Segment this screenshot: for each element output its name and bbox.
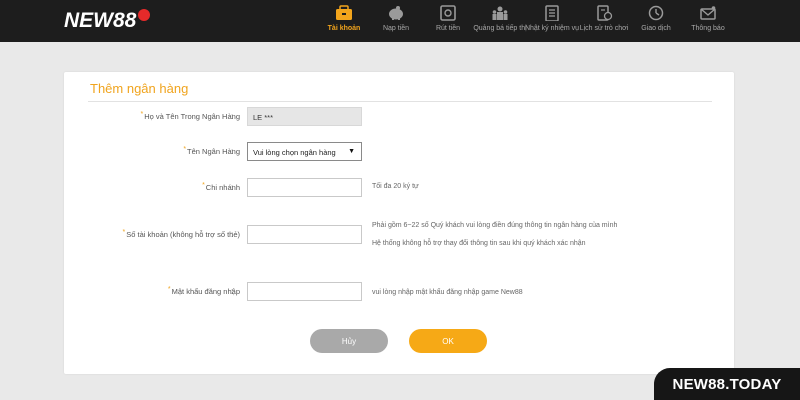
history-doc-icon [594,4,614,22]
page-title: Thêm ngân hàng [90,81,189,96]
people-icon [490,4,510,22]
required-star-icon: * [140,111,144,118]
colon: : [231,230,234,239]
nav-item-label: Lịch sử trò chơi [579,25,629,32]
nav-item-game-history[interactable]: Lịch sử trò chơi [578,0,630,42]
bank-name-label: *Tên Ngân Hàng [52,146,240,156]
nav-item-notifications[interactable]: Thông báo [682,0,734,42]
account-number-label: *Số tài khoản (không hỗ trợ số thẻ) [52,229,240,239]
nav-item-label: Nhật ký nhiệm vụ [524,25,580,32]
password-input[interactable] [247,282,362,301]
nav-item-marketing[interactable]: Quảng bá tiếp thị [473,0,527,42]
brand-logo[interactable]: NEW88 [64,8,151,34]
colon: : [231,287,234,296]
password-label-text: Mật khẩu đăng nhập [171,287,240,296]
account-holder-label-text: Họ và Tên Trong Ngân Hàng [144,112,240,121]
nav-item-label: Giao dịch [641,25,671,32]
piggy-bank-icon [386,4,406,22]
logo-mark-icon [138,9,151,21]
colon: : [231,112,234,121]
clipboard-icon [542,4,562,22]
cancel-button[interactable]: Hủy [310,329,388,353]
nav-item-deposit[interactable]: Nạp tiền [370,0,422,42]
password-label: *Mật khẩu đăng nhập [52,286,240,296]
clock-icon [646,4,666,22]
nav-item-withdraw[interactable]: Rút tiền [422,0,474,42]
colon: : [231,147,234,156]
required-star-icon: * [167,286,171,293]
nav-item-label: Quảng bá tiếp thị [473,25,527,32]
account-number-hint-1: Phải gồm 6~22 số Quý khách vui lòng điền… [372,222,618,229]
required-star-icon: * [122,229,126,236]
password-hint: vui lòng nhập mật khẩu đăng nhập game Ne… [372,289,523,296]
watermark-text: NEW88.TODAY [672,375,782,393]
bank-select-value: Vui lòng chọn ngân hàng [253,148,336,157]
nav-item-mission-log[interactable]: Nhật ký nhiệm vụ [524,0,580,42]
account-holder-field: LE *** [247,107,362,126]
dropdown-caret-icon: ▼ [348,148,355,155]
ok-button[interactable]: OK [409,329,487,353]
nav-item-account[interactable]: Tài khoản [318,0,370,42]
colon: : [231,183,234,192]
nav-item-label: Tài khoản [327,25,361,32]
main-nav: Tài khoản Nạp tiền Rút tiền Quảng bá tiế… [318,0,734,42]
nav-item-label: Thông báo [691,25,725,32]
logo-text: NEW88 [64,9,137,32]
add-bank-card: Thêm ngân hàng *Họ và Tên Trong Ngân Hàn… [64,72,734,374]
account-holder-label: *Họ và Tên Trong Ngân Hàng [52,111,241,121]
branch-label: *Chi nhánh [52,182,240,192]
required-star-icon: * [202,182,205,189]
required-star-icon: * [183,146,187,153]
nav-item-label: Rút tiền [435,25,461,32]
top-nav-bar: NEW88 Tài khoản Nạp tiền Rút tiền Quảng … [0,0,800,42]
wallet-icon [334,4,354,22]
account-number-input[interactable] [247,225,362,244]
account-number-label-text: Số tài khoản (không hỗ trợ số thẻ) [126,230,240,239]
branch-label-text: Chi nhánh [205,183,240,192]
safe-icon [438,4,458,22]
site-watermark: NEW88.TODAY [654,368,800,400]
bank-select[interactable]: Vui lòng chọn ngân hàng ▼ [247,142,362,161]
title-divider [88,101,712,102]
mail-icon [698,4,718,22]
branch-input[interactable] [247,178,362,197]
nav-item-transactions[interactable]: Giao dịch [630,0,682,42]
nav-item-label: Nạp tiền [382,25,410,32]
account-number-hint-2: Hệ thống không hỗ trợ thay đổi thông tin… [372,240,586,247]
branch-hint: Tối đa 20 ký tự [372,183,419,190]
